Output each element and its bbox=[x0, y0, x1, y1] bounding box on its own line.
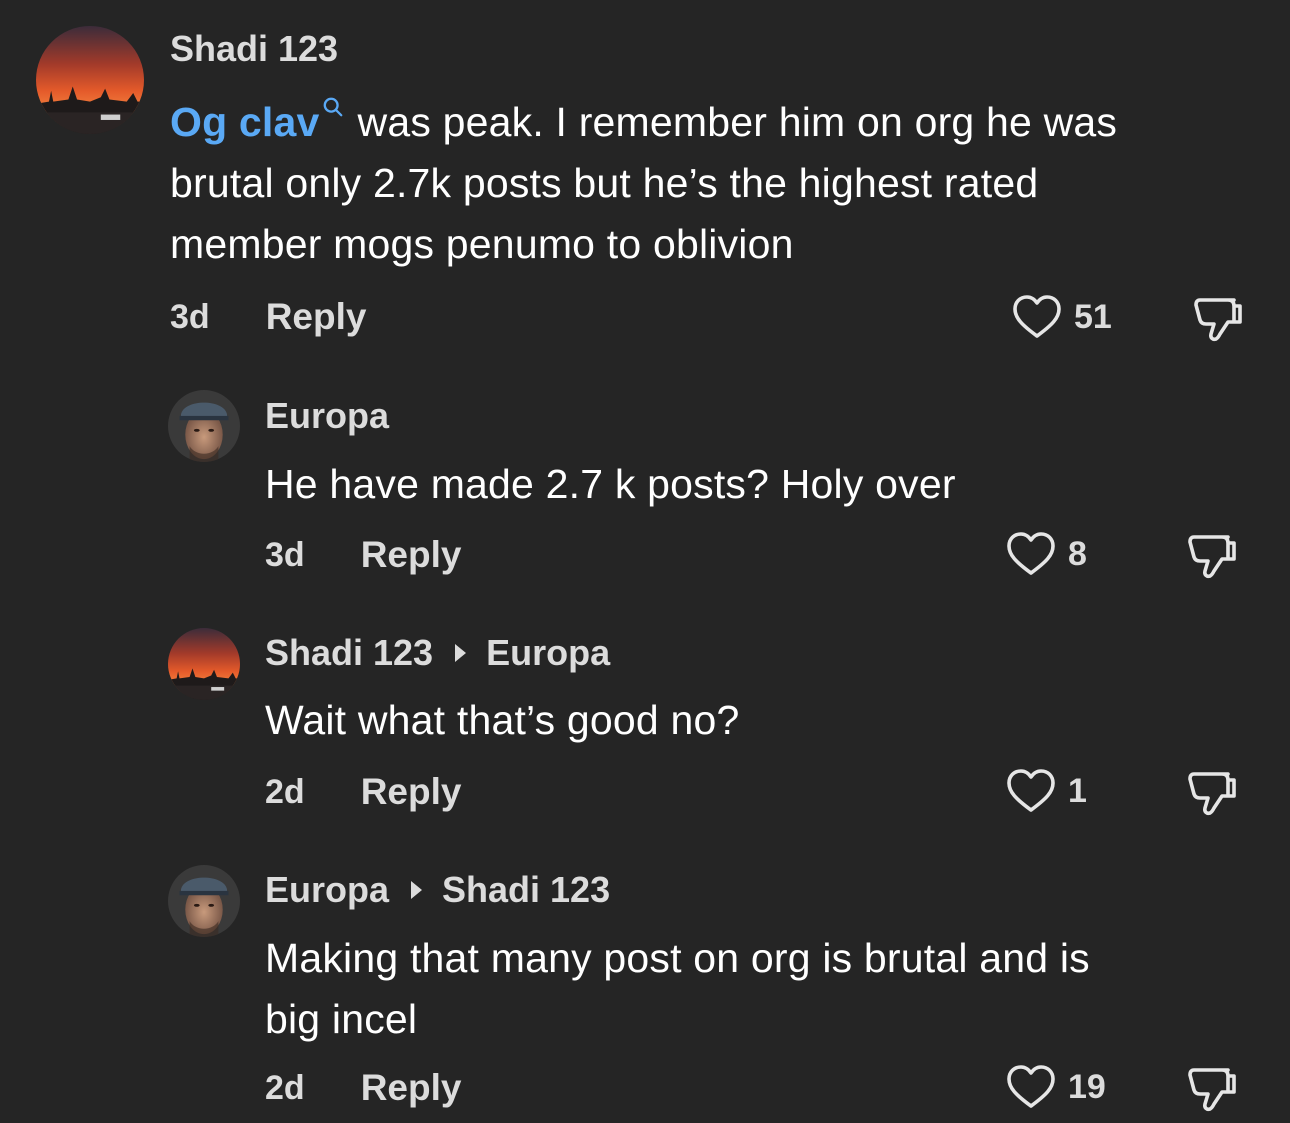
portrait-avatar-icon bbox=[168, 865, 240, 937]
reply-button[interactable]: Reply bbox=[361, 771, 462, 813]
comment-username[interactable]: Europa bbox=[265, 395, 389, 437]
dislike-button[interactable] bbox=[1186, 1062, 1238, 1114]
comment-text: Making that many post on org is brutal a… bbox=[265, 928, 1265, 1050]
comment-timestamp: 3d bbox=[170, 297, 210, 336]
comment-text-line: member mogs penumo to oblivion bbox=[170, 221, 794, 267]
like-count: 1 bbox=[1068, 771, 1087, 810]
thumbs-down-icon bbox=[1188, 535, 1236, 579]
comment-username[interactable]: Europa Shadi 123 bbox=[265, 869, 610, 911]
search-icon bbox=[323, 97, 342, 117]
comment-username[interactable]: Shadi 123 Europa bbox=[265, 632, 610, 674]
comment-text-line: He have made 2.7 k posts? Holy over bbox=[265, 461, 956, 507]
reply-button[interactable]: Reply bbox=[266, 296, 367, 338]
comment-username[interactable]: Shadi 123 bbox=[170, 28, 338, 70]
like-button[interactable]: 19 bbox=[1006, 1064, 1106, 1110]
comment-meta: 2d Reply bbox=[265, 771, 461, 813]
dislike-button[interactable] bbox=[1186, 766, 1238, 818]
comment-text: He have made 2.7 k posts? Holy over bbox=[265, 454, 1265, 515]
like-button[interactable]: 8 bbox=[1006, 531, 1087, 577]
comment-meta: 3d Reply bbox=[170, 296, 366, 338]
heart-icon bbox=[1007, 532, 1055, 575]
thumbs-down-icon bbox=[1188, 772, 1236, 816]
comment-text: Wait what that’s good no? bbox=[265, 690, 1265, 751]
mention-link[interactable]: Og clav bbox=[170, 99, 320, 145]
comment-meta: 2d Reply bbox=[265, 1067, 461, 1109]
avatar[interactable] bbox=[168, 865, 240, 937]
like-count: 8 bbox=[1068, 534, 1087, 573]
thumbs-down-icon bbox=[1188, 1068, 1236, 1112]
like-button[interactable]: 51 bbox=[1012, 294, 1112, 340]
comment-text-line: brutal only 2.7k posts but he’s the high… bbox=[170, 160, 1039, 206]
username-label[interactable]: Europa bbox=[265, 869, 389, 911]
comment-timestamp: 2d bbox=[265, 1068, 305, 1107]
sunset-avatar-icon bbox=[168, 628, 240, 700]
heart-icon bbox=[1013, 295, 1061, 338]
like-count: 19 bbox=[1068, 1067, 1106, 1106]
reply-button[interactable]: Reply bbox=[361, 1067, 462, 1109]
username-label[interactable]: Shadi 123 bbox=[265, 632, 433, 674]
username-label[interactable]: Europa bbox=[265, 395, 389, 437]
avatar[interactable] bbox=[36, 26, 144, 134]
comment-text-line: Making that many post on org is brutal a… bbox=[265, 935, 1090, 981]
comment-timestamp: 3d bbox=[265, 535, 305, 574]
heart-icon bbox=[1007, 1065, 1055, 1108]
like-button[interactable]: 1 bbox=[1006, 768, 1087, 814]
portrait-avatar-icon bbox=[168, 390, 240, 462]
like-count: 51 bbox=[1074, 297, 1112, 336]
comment-meta: 3d Reply bbox=[265, 534, 461, 576]
comment-text-line: big incel bbox=[265, 996, 418, 1042]
heart-icon bbox=[1007, 769, 1055, 812]
reply-to-arrow-icon bbox=[455, 644, 467, 662]
dislike-button[interactable] bbox=[1186, 529, 1238, 581]
thumbs-down-icon bbox=[1194, 298, 1242, 342]
avatar[interactable] bbox=[168, 390, 240, 462]
sunset-avatar-icon bbox=[36, 26, 144, 134]
comment-text-line: was peak. I remember him on org he was bbox=[357, 99, 1118, 145]
reply-to-username[interactable]: Europa bbox=[486, 632, 610, 674]
username-label[interactable]: Shadi 123 bbox=[170, 28, 338, 70]
dislike-button[interactable] bbox=[1192, 292, 1244, 344]
comment-text: Og clav was peak. I remember him on org h… bbox=[170, 92, 1270, 275]
avatar[interactable] bbox=[168, 628, 240, 700]
reply-button[interactable]: Reply bbox=[361, 534, 462, 576]
reply-to-username[interactable]: Shadi 123 bbox=[442, 869, 610, 911]
comment-timestamp: 2d bbox=[265, 772, 305, 811]
comment-text-line: Wait what that’s good no? bbox=[265, 697, 740, 743]
reply-to-arrow-icon bbox=[411, 881, 423, 899]
